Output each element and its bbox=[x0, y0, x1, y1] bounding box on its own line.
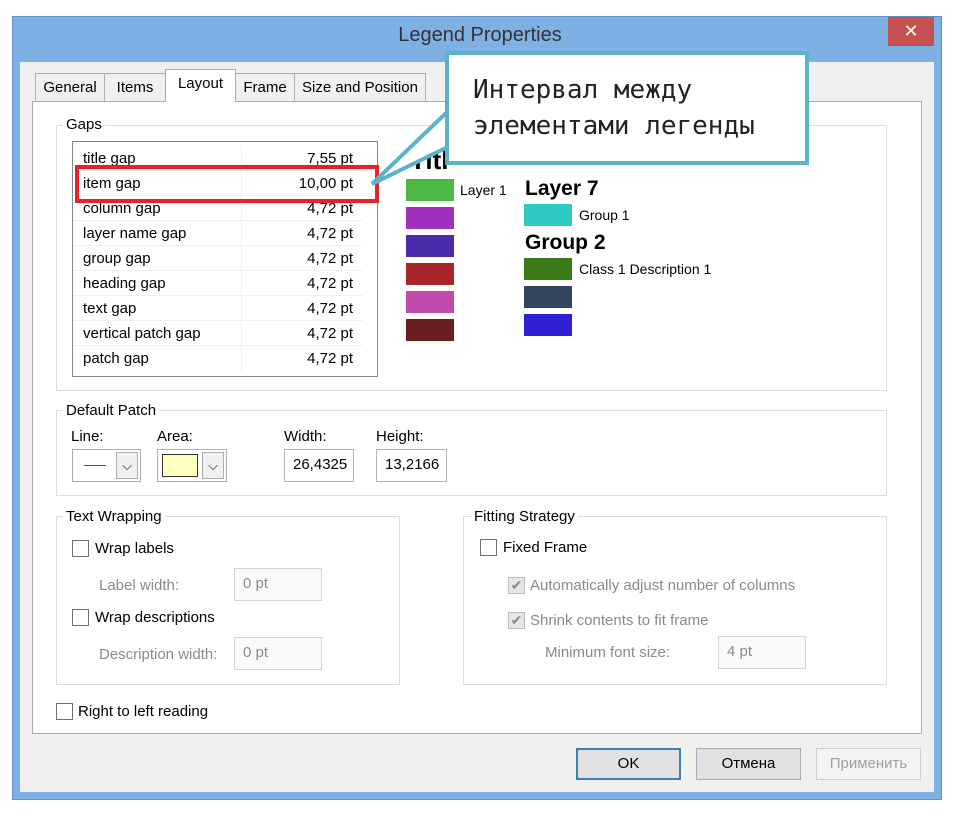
preview-patch bbox=[524, 204, 572, 226]
preview-patch bbox=[406, 263, 454, 285]
line-symbol-dropdown[interactable]: ⌵ bbox=[72, 449, 141, 482]
gap-row-group-gap[interactable]: group gap 4,72 pt bbox=[73, 246, 377, 271]
auto-columns-label: Automatically adjust number of columns bbox=[530, 577, 796, 594]
tab-general[interactable]: General bbox=[35, 73, 105, 101]
gap-row-name: group gap bbox=[83, 250, 151, 267]
callout-line-1: Интервал между bbox=[473, 75, 693, 105]
width-input[interactable]: 26,4325 bbox=[284, 449, 354, 482]
description-width-label: Description width: bbox=[99, 646, 218, 663]
area-symbol-dropdown[interactable]: ⌵ bbox=[157, 449, 227, 482]
tab-items[interactable]: Items bbox=[104, 73, 166, 101]
label-width-label: Label width: bbox=[99, 577, 180, 594]
line-label: Line: bbox=[71, 428, 104, 445]
gap-row-heading-gap[interactable]: heading gap 4,72 pt bbox=[73, 271, 377, 296]
gap-row-vertical-patch-gap[interactable]: vertical patch gap 4,72 pt bbox=[73, 321, 377, 346]
gap-row-name: layer name gap bbox=[83, 225, 187, 242]
fixed-frame-checkbox[interactable] bbox=[480, 539, 497, 556]
min-font-size-input[interactable]: 4 pt bbox=[718, 636, 806, 669]
preview-group1-label: Group 1 bbox=[579, 207, 630, 223]
preview-patch bbox=[524, 258, 572, 280]
gap-row-name: patch gap bbox=[83, 350, 149, 367]
preview-patch bbox=[524, 286, 572, 308]
preview-patch bbox=[406, 291, 454, 313]
line-symbol-preview bbox=[84, 465, 106, 466]
gap-row-value[interactable]: 4,72 pt bbox=[307, 300, 353, 317]
annotation-callout: Интервал между элементами легенды bbox=[445, 51, 809, 165]
shrink-contents-label: Shrink contents to fit frame bbox=[530, 612, 709, 629]
preview-patch bbox=[406, 319, 454, 341]
gap-row-patch-gap[interactable]: patch gap 4,72 pt bbox=[73, 346, 377, 371]
preview-patch bbox=[406, 235, 454, 257]
close-button[interactable]: ✕ bbox=[888, 17, 934, 46]
fitting-strategy-group-label: Fitting Strategy bbox=[471, 508, 578, 525]
dialog-title: Legend Properties bbox=[398, 24, 562, 46]
gap-row-layer-name-gap[interactable]: layer name gap 4,72 pt bbox=[73, 221, 377, 246]
gaps-group-label: Gaps bbox=[63, 116, 105, 133]
apply-button[interactable]: Применить bbox=[816, 748, 921, 780]
tab-frame[interactable]: Frame bbox=[235, 73, 295, 101]
ok-button[interactable]: OK bbox=[576, 748, 681, 780]
preview-group2-heading: Group 2 bbox=[525, 231, 606, 254]
text-wrapping-group-label: Text Wrapping bbox=[63, 508, 165, 525]
wrap-labels-label: Wrap labels bbox=[95, 540, 174, 557]
wrap-descriptions-checkbox[interactable] bbox=[72, 609, 89, 626]
gap-row-value[interactable]: 4,72 pt bbox=[307, 275, 353, 292]
shrink-contents-checkbox[interactable]: ✔ bbox=[508, 612, 525, 629]
gap-row-name: text gap bbox=[83, 300, 137, 317]
description-width-input[interactable]: 0 pt bbox=[234, 637, 322, 670]
right-to-left-checkbox[interactable] bbox=[56, 703, 73, 720]
gap-row-value[interactable]: 4,72 pt bbox=[307, 350, 353, 367]
wrap-labels-checkbox[interactable] bbox=[72, 540, 89, 557]
width-label: Width: bbox=[284, 428, 327, 445]
min-font-size-label: Minimum font size: bbox=[545, 644, 671, 661]
callout-line-2: элементами легенды bbox=[473, 111, 755, 141]
cancel-button[interactable]: Отмена bbox=[696, 748, 801, 780]
gap-row-name: heading gap bbox=[83, 275, 166, 292]
default-patch-group-label: Default Patch bbox=[63, 402, 160, 419]
height-label: Height: bbox=[376, 428, 424, 445]
gap-row-text-gap[interactable]: text gap 4,72 pt bbox=[73, 296, 377, 321]
preview-layer7-heading: Layer 7 bbox=[525, 177, 599, 200]
chevron-down-icon[interactable]: ⌵ bbox=[202, 452, 224, 479]
right-to-left-label: Right to left reading bbox=[78, 703, 209, 720]
chevron-down-icon[interactable]: ⌵ bbox=[116, 452, 138, 479]
area-label: Area: bbox=[157, 428, 193, 445]
gap-row-value[interactable]: 4,72 pt bbox=[307, 250, 353, 267]
height-input[interactable]: 13,2166 bbox=[376, 449, 447, 482]
label-width-input[interactable]: 0 pt bbox=[234, 568, 322, 601]
tab-layout[interactable]: Layout bbox=[165, 69, 236, 102]
area-symbol-preview bbox=[162, 454, 198, 477]
preview-patch bbox=[406, 207, 454, 229]
auto-columns-checkbox[interactable]: ✔ bbox=[508, 577, 525, 594]
preview-class1-label: Class 1 Description 1 bbox=[579, 261, 712, 277]
gap-row-value[interactable]: 4,72 pt bbox=[307, 325, 353, 342]
gap-row-value[interactable]: 4,72 pt bbox=[307, 225, 353, 242]
preview-patch bbox=[524, 314, 572, 336]
gap-row-name: vertical patch gap bbox=[83, 325, 201, 342]
item-gap-highlight-box bbox=[75, 165, 379, 203]
wrap-descriptions-label: Wrap descriptions bbox=[95, 609, 215, 626]
fixed-frame-label: Fixed Frame bbox=[503, 539, 588, 556]
